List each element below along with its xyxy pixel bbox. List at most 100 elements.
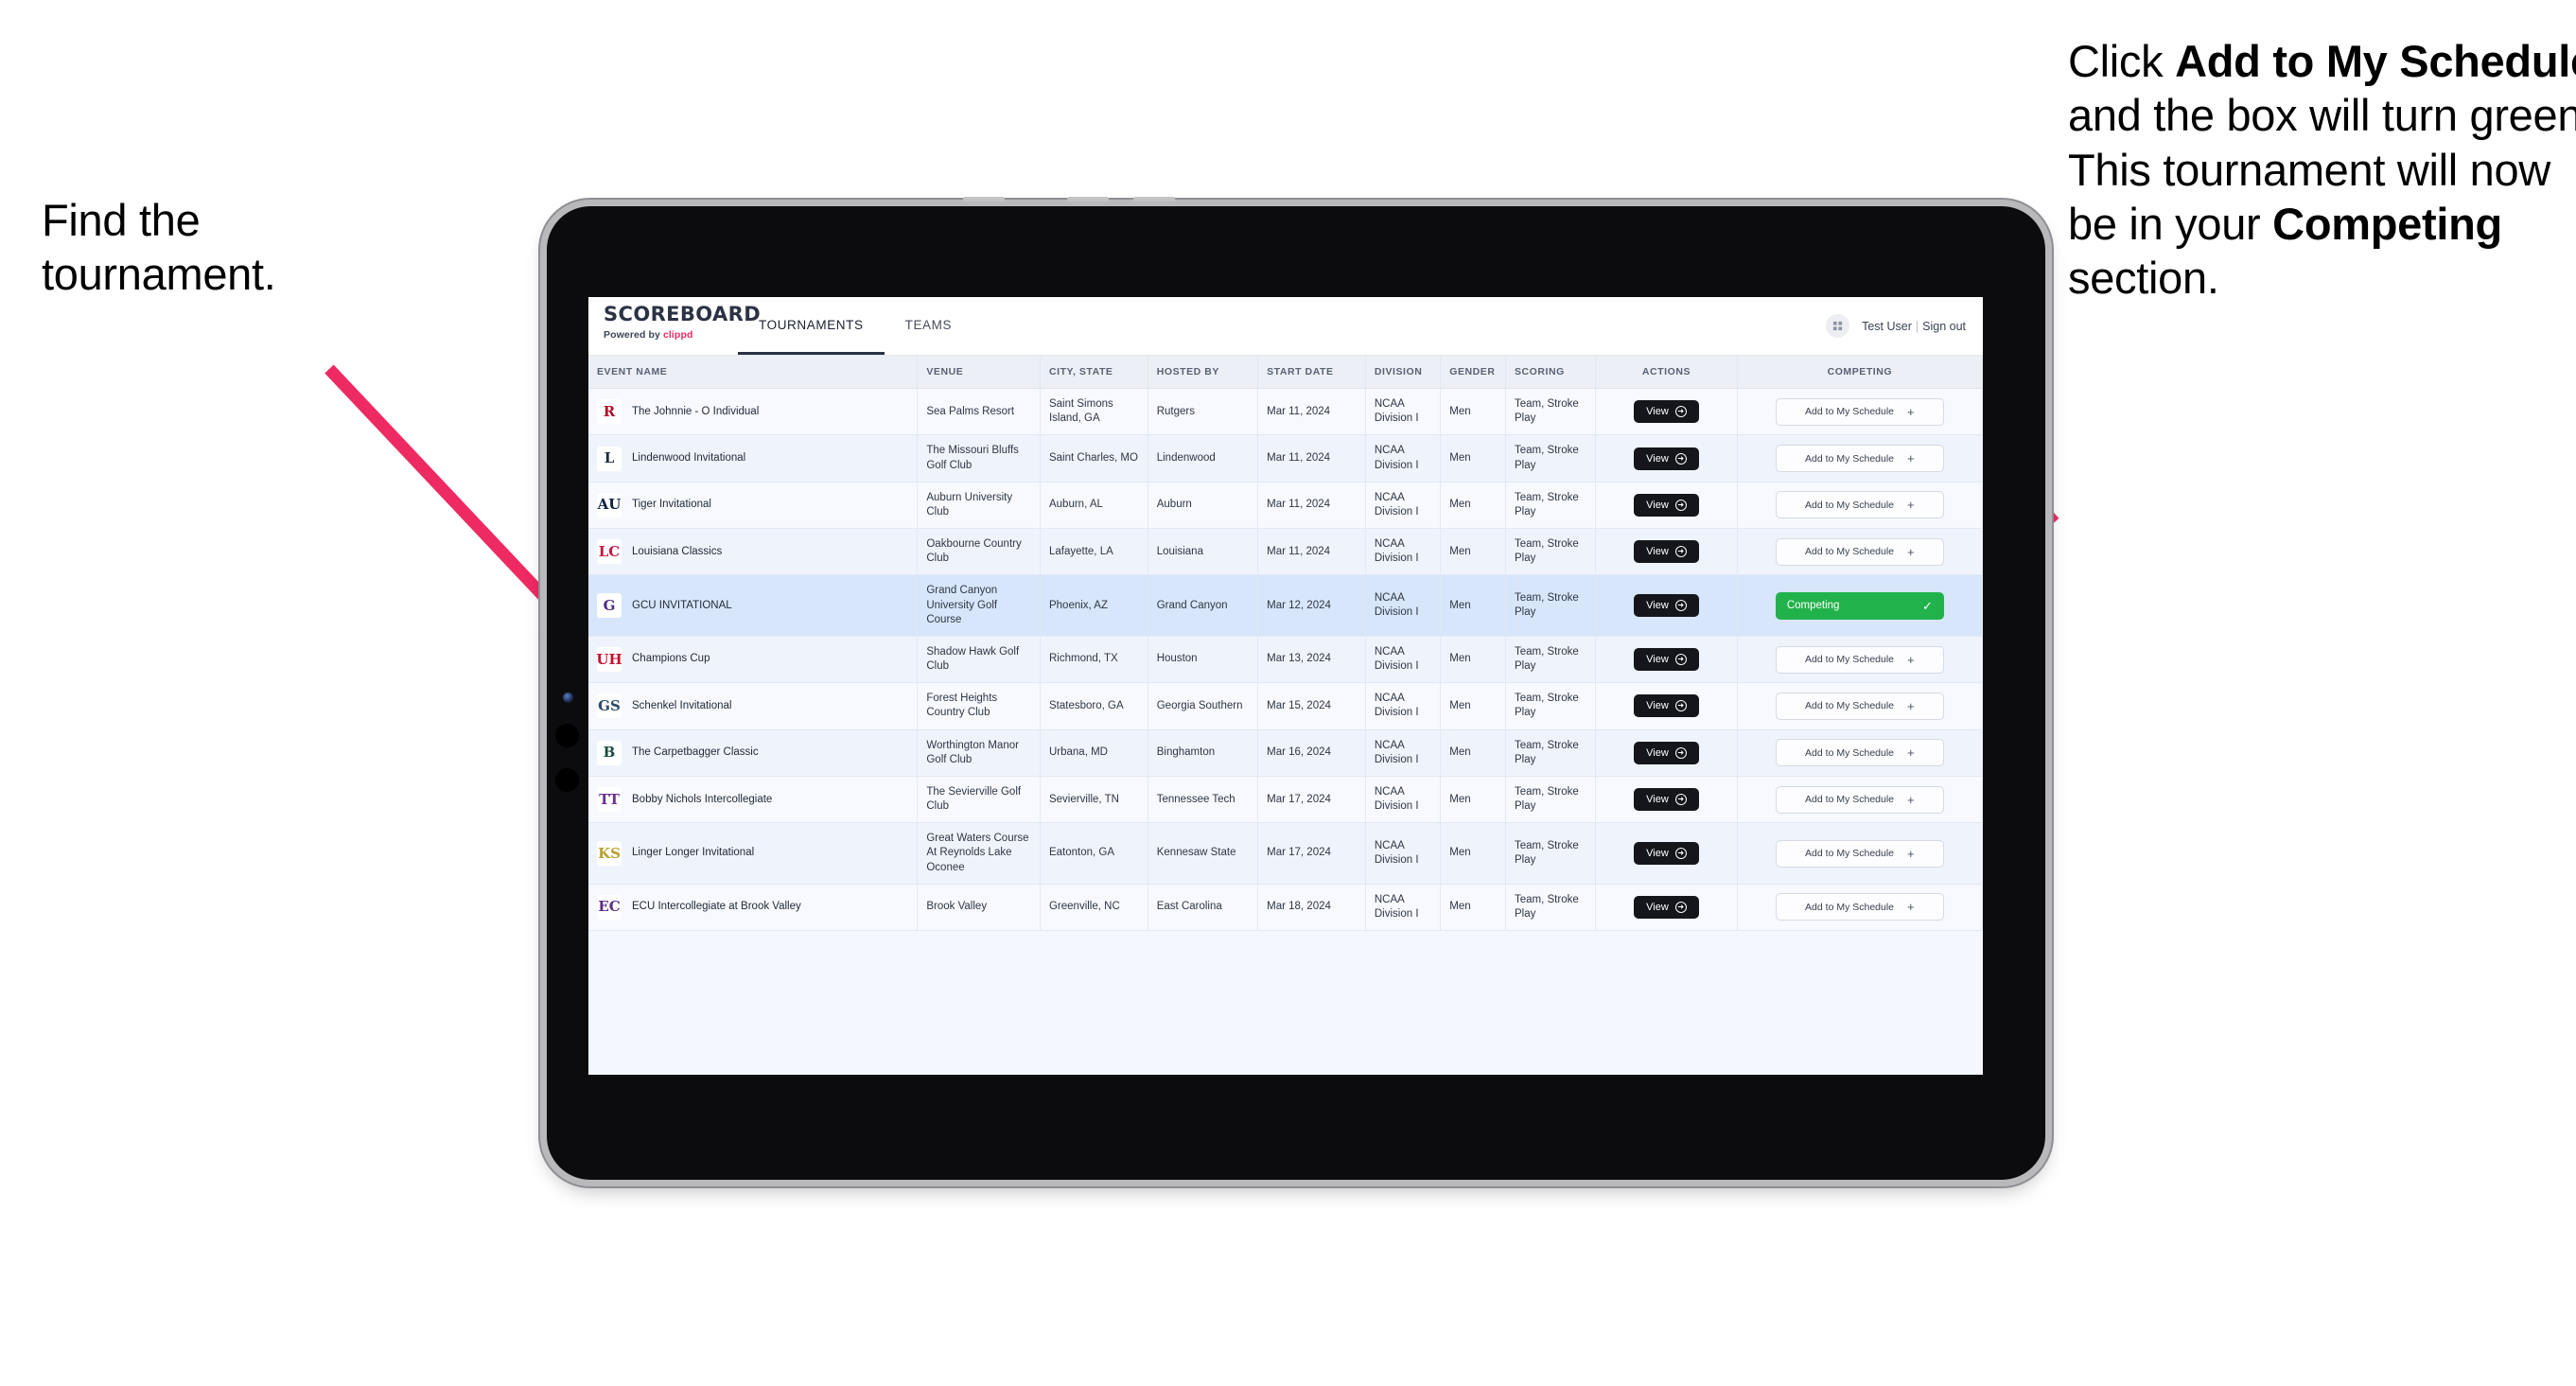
table-row[interactable]: R The Johnnie - O Individual Sea Palms Res…	[588, 388, 1983, 436]
brand-logo[interactable]: SCOREBOARD Powered by clippd	[588, 297, 762, 355]
cell-start-date: Mar 11, 2024	[1257, 482, 1366, 530]
cell-city-state: Saint Charles, MO	[1040, 434, 1148, 482]
cell-venue: The Sevierville Golf Club	[917, 776, 1041, 824]
cell-competing: Add to My Schedule +	[1737, 482, 1983, 530]
column-header-hosted-by[interactable]: HOSTED BY	[1148, 356, 1259, 389]
add-to-my-schedule-label: Add to My Schedule	[1805, 848, 1895, 860]
tournaments-table-scroll[interactable]: EVENT NAME VENUE CITY, STATE HOSTED BY START…	[588, 356, 1983, 1075]
add-to-my-schedule-button[interactable]: Add to My Schedule +	[1775, 692, 1944, 720]
cell-start-date: Mar 15, 2024	[1257, 682, 1366, 730]
view-button[interactable]: View ➜	[1633, 842, 1699, 866]
cell-actions: View ➜	[1595, 434, 1738, 482]
column-header-competing[interactable]: COMPETING	[1737, 356, 1983, 389]
cell-scoring: Team, Stroke Play	[1505, 636, 1597, 684]
cell-competing: Add to My Schedule +	[1737, 884, 1983, 932]
event-name-label: Louisiana Classics	[632, 545, 723, 557]
cell-city-state: Auburn, AL	[1040, 482, 1148, 530]
add-to-my-schedule-button[interactable]: Add to My Schedule +	[1775, 839, 1944, 868]
camera-icon	[563, 693, 573, 703]
cell-event-name: UH Champions Cup	[588, 636, 919, 684]
plus-icon: +	[1907, 451, 1915, 466]
plus-icon: +	[1907, 746, 1915, 761]
annotation-right: Click Add to My Schedule and the box wil…	[2068, 34, 2576, 306]
table-row[interactable]: TT Bobby Nichols Intercollegiate The Sevie…	[588, 776, 1983, 824]
column-header-actions[interactable]: ACTIONS	[1595, 356, 1738, 389]
table-row[interactable]: UH Champions Cup Shadow Hawk Golf Club Rich…	[588, 636, 1983, 684]
volume-down-button[interactable]	[555, 768, 579, 792]
column-header-division[interactable]: DIVISION	[1365, 356, 1442, 389]
grid-icon[interactable]	[1826, 314, 1850, 338]
add-to-my-schedule-label: Add to My Schedule	[1805, 406, 1895, 418]
view-button[interactable]: View ➜	[1633, 447, 1699, 470]
competing-button[interactable]: Competing ✓	[1775, 591, 1944, 620]
view-button[interactable]: View ➜	[1633, 694, 1699, 718]
team-logo-icon: TT	[597, 787, 622, 813]
tablet-top-button-3[interactable]	[1133, 197, 1175, 202]
view-button[interactable]: View ➜	[1633, 788, 1699, 812]
cell-competing: Add to My Schedule +	[1737, 729, 1983, 777]
table-row[interactable]: G GCU INVITATIONAL Grand Canyon University…	[588, 574, 1983, 637]
tab-teams[interactable]: TEAMS	[885, 297, 973, 355]
event-name-label: Lindenwood Invitational	[632, 451, 746, 464]
cell-gender: Men	[1440, 636, 1506, 684]
cell-gender: Men	[1440, 682, 1506, 730]
table-row[interactable]: L Lindenwood Invitational The Missouri Blu…	[588, 434, 1983, 482]
view-button[interactable]: View ➜	[1633, 540, 1699, 564]
cell-venue: Shadow Hawk Golf Club	[917, 636, 1041, 684]
team-logo-icon: UH	[596, 647, 622, 673]
team-logo-icon: B	[597, 740, 622, 765]
arrow-right-circle-icon: ➜	[1674, 848, 1687, 860]
team-logo-icon: R	[597, 399, 622, 425]
team-logo-icon: KS	[597, 841, 622, 867]
column-header-start-date[interactable]: START DATE	[1257, 356, 1366, 389]
view-button[interactable]: View ➜	[1633, 594, 1699, 618]
add-to-my-schedule-button[interactable]: Add to My Schedule +	[1775, 739, 1944, 767]
view-button[interactable]: View ➜	[1633, 741, 1699, 764]
add-to-my-schedule-button[interactable]: Add to My Schedule +	[1775, 785, 1944, 814]
cell-scoring: Team, Stroke Play	[1505, 682, 1597, 730]
add-to-my-schedule-button[interactable]: Add to My Schedule +	[1775, 491, 1944, 519]
column-header-venue[interactable]: VENUE	[917, 356, 1041, 389]
volume-up-button[interactable]	[555, 724, 579, 747]
column-header-city-state[interactable]: CITY, STATE	[1040, 356, 1148, 389]
cell-actions: View ➜	[1595, 528, 1738, 576]
team-logo-icon: LC	[597, 539, 622, 565]
brand-title: SCOREBOARD	[604, 303, 762, 325]
column-header-event-name[interactable]: EVENT NAME	[588, 356, 919, 389]
table-row[interactable]: GS Schenkel Invitational Forest Heights Co…	[588, 682, 1983, 730]
column-header-gender[interactable]: GENDER	[1440, 356, 1506, 389]
table-row[interactable]: LC Louisiana Classics Oakbourne Country Cl…	[588, 528, 1983, 576]
add-to-my-schedule-button[interactable]: Add to My Schedule +	[1775, 645, 1944, 674]
tablet-top-button-1[interactable]	[963, 197, 1005, 202]
view-button[interactable]: View ➜	[1633, 895, 1699, 919]
arrow-right-circle-icon: ➜	[1674, 700, 1687, 712]
cell-venue: Great Waters Course At Reynolds Lake Oco…	[917, 822, 1041, 885]
add-to-my-schedule-button[interactable]: Add to My Schedule +	[1775, 893, 1944, 921]
cell-division: NCAA Division I	[1365, 884, 1442, 932]
cell-start-date: Mar 11, 2024	[1257, 528, 1366, 576]
cell-start-date: Mar 17, 2024	[1257, 776, 1366, 824]
cell-city-state: Richmond, TX	[1040, 636, 1148, 684]
sign-out-link[interactable]: Sign out	[1922, 320, 1966, 333]
cell-event-name: G GCU INVITATIONAL	[588, 574, 919, 637]
view-button[interactable]: View ➜	[1633, 400, 1699, 424]
cell-actions: View ➜	[1595, 682, 1738, 730]
add-to-my-schedule-button[interactable]: Add to My Schedule +	[1775, 537, 1944, 566]
table-row[interactable]: EC ECU Intercollegiate at Brook Valley Bro…	[588, 884, 1983, 932]
add-to-my-schedule-label: Add to My Schedule	[1805, 794, 1895, 806]
table-row[interactable]: AU Tiger Invitational Auburn University Cl…	[588, 482, 1983, 530]
view-button[interactable]: View ➜	[1633, 493, 1699, 517]
cell-scoring: Team, Stroke Play	[1505, 574, 1597, 637]
tab-tournaments[interactable]: TOURNAMENTS	[738, 297, 885, 355]
add-to-my-schedule-button[interactable]: Add to My Schedule +	[1775, 445, 1944, 473]
column-header-scoring[interactable]: SCORING	[1505, 356, 1597, 389]
tablet-top-button-2[interactable]	[1067, 197, 1109, 202]
cell-hosted-by: Rutgers	[1148, 388, 1259, 436]
view-button[interactable]: View ➜	[1633, 648, 1699, 672]
table-row[interactable]: KS Linger Longer Invitational Great Waters…	[588, 822, 1983, 885]
table-row[interactable]: B The Carpetbagger Classic Worthington Man…	[588, 729, 1983, 777]
add-to-my-schedule-button[interactable]: Add to My Schedule +	[1775, 397, 1944, 426]
annotation-right-suffix: section.	[2068, 253, 2219, 304]
cell-division: NCAA Division I	[1365, 776, 1442, 824]
cell-actions: View ➜	[1595, 574, 1738, 637]
